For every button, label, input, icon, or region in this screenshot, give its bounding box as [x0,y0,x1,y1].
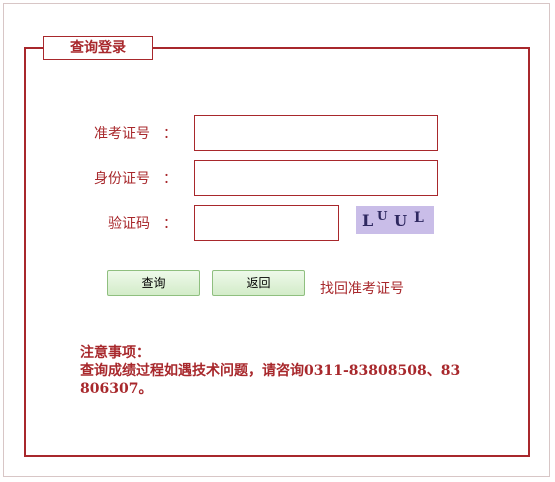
id-number-input[interactable] [194,160,438,196]
captcha-colon: ： [163,216,177,232]
ticket-number-colon: ： [163,126,177,142]
find-ticket-number-link[interactable]: 找回准考证号 [320,280,404,298]
back-button[interactable]: 返回 [212,270,305,296]
panel-title: 查询登录 [43,36,153,60]
id-number-colon: ： [163,171,177,187]
ticket-number-input[interactable] [194,115,438,151]
notice-text: 查询成绩过程如遇技术问题，请咨询0311-83808508、83806307。 [80,363,461,397]
ticket-number-label: 准考证号 [94,126,150,142]
id-number-label: 身份证号 [94,171,150,187]
notice-heading: 注意事项： [80,345,150,361]
captcha-image[interactable]: L U U L [356,206,434,234]
captcha-char: U [394,212,408,230]
captcha-label: 验证码 [108,216,150,232]
query-button[interactable]: 查询 [107,270,200,296]
captcha-char: L [414,210,424,226]
captcha-char: U [377,209,388,223]
captcha-char: L [362,211,374,230]
captcha-input[interactable] [194,205,339,241]
